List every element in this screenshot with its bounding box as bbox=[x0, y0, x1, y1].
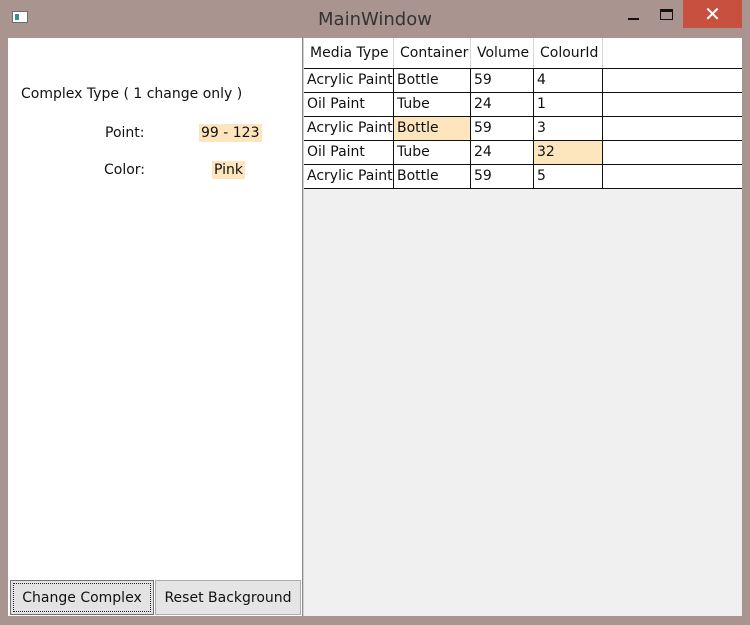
main-window: MainWindow ✕ Complex Type ( 1 change onl… bbox=[0, 0, 750, 625]
cell-media-type[interactable]: Acrylic Paint bbox=[304, 117, 394, 140]
cell-colourid[interactable]: 3 bbox=[534, 117, 603, 140]
cell-container[interactable]: Bottle bbox=[394, 69, 471, 92]
cell-volume[interactable]: 59 bbox=[471, 69, 534, 92]
column-header-volume[interactable]: Volume bbox=[471, 38, 534, 68]
cell-media-type[interactable]: Acrylic Paint bbox=[304, 69, 394, 92]
point-value: 99 - 123 bbox=[199, 124, 262, 142]
cell-media-type[interactable]: Acrylic Paint bbox=[304, 165, 394, 188]
cell-volume[interactable]: 24 bbox=[471, 93, 534, 116]
client-area: Complex Type ( 1 change only ) Point: 99… bbox=[8, 38, 742, 616]
cell-colourid[interactable]: 5 bbox=[534, 165, 603, 188]
left-panel: Complex Type ( 1 change only ) Point: 99… bbox=[8, 38, 302, 616]
cell-colourid[interactable]: 4 bbox=[534, 69, 603, 92]
maximize-button[interactable] bbox=[652, 0, 680, 28]
color-value: Pink bbox=[212, 161, 246, 179]
column-header-colourid[interactable]: ColourId bbox=[534, 38, 603, 68]
close-icon: ✕ bbox=[704, 2, 721, 26]
minimize-icon bbox=[627, 18, 639, 20]
minimize-button[interactable] bbox=[620, 0, 646, 28]
table-row[interactable]: Oil Paint Tube 24 1 bbox=[304, 92, 742, 116]
cell-container[interactable]: Bottle bbox=[394, 165, 471, 188]
table-row[interactable]: Acrylic Paint Bottle 59 4 bbox=[304, 68, 742, 92]
cell-container[interactable]: Tube bbox=[394, 141, 471, 164]
grid-header: Media Type Container Volume ColourId bbox=[304, 38, 742, 69]
cell-volume[interactable]: 59 bbox=[471, 165, 534, 188]
reset-background-button[interactable]: Reset Background bbox=[155, 580, 301, 615]
column-header-media-type[interactable]: Media Type bbox=[304, 38, 394, 68]
point-label: Point: bbox=[105, 125, 145, 141]
cell-media-type[interactable]: Oil Paint bbox=[304, 141, 394, 164]
data-grid[interactable]: Media Type Container Volume ColourId Acr… bbox=[303, 38, 742, 616]
cell-container[interactable]: Tube bbox=[394, 93, 471, 116]
color-label: Color: bbox=[104, 162, 146, 178]
column-header-container[interactable]: Container bbox=[394, 38, 471, 68]
cell-volume[interactable]: 24 bbox=[471, 141, 534, 164]
cell-media-type[interactable]: Oil Paint bbox=[304, 93, 394, 116]
maximize-icon bbox=[659, 8, 673, 20]
table-row[interactable]: Acrylic Paint Bottle 59 5 bbox=[304, 164, 742, 189]
close-button[interactable]: ✕ bbox=[683, 0, 742, 28]
change-complex-label: Change Complex bbox=[22, 589, 142, 606]
cell-colourid-highlighted[interactable]: 32 bbox=[534, 141, 603, 164]
cell-container-highlighted[interactable]: Bottle bbox=[394, 117, 471, 140]
change-complex-button[interactable]: Change Complex bbox=[10, 580, 154, 615]
table-row[interactable]: Acrylic Paint Bottle 59 3 bbox=[304, 116, 742, 140]
table-row[interactable]: Oil Paint Tube 24 32 bbox=[304, 140, 742, 164]
reset-background-label: Reset Background bbox=[164, 589, 292, 606]
cell-colourid[interactable]: 1 bbox=[534, 93, 603, 116]
complex-type-heading: Complex Type ( 1 change only ) bbox=[21, 86, 243, 102]
title-bar[interactable]: MainWindow ✕ bbox=[0, 0, 750, 38]
cell-volume[interactable]: 59 bbox=[471, 117, 534, 140]
